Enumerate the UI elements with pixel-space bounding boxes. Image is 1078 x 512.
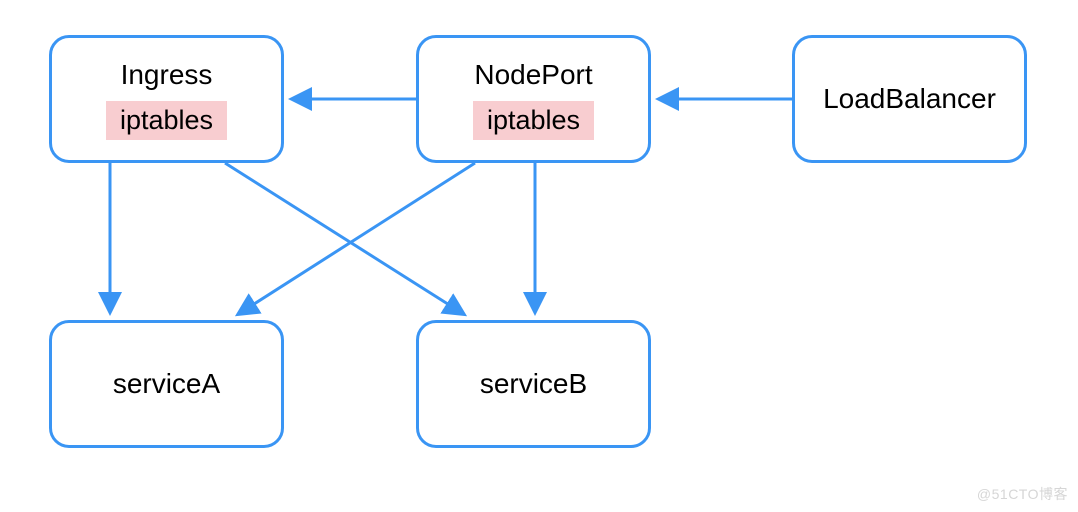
loadbalancer-title: LoadBalancer (823, 83, 996, 115)
servicea-node: serviceA (49, 320, 284, 448)
edge-ingress-serviceb (225, 163, 462, 313)
serviceb-title: serviceB (480, 368, 587, 400)
nodeport-title: NodePort (474, 59, 592, 91)
loadbalancer-node: LoadBalancer (792, 35, 1027, 163)
servicea-title: serviceA (113, 368, 220, 400)
nodeport-badge: iptables (473, 101, 594, 140)
ingress-title: Ingress (121, 59, 213, 91)
ingress-badge: iptables (106, 101, 227, 140)
ingress-node: Ingress iptables (49, 35, 284, 163)
nodeport-node: NodePort iptables (416, 35, 651, 163)
serviceb-node: serviceB (416, 320, 651, 448)
edge-nodeport-servicea (240, 163, 475, 313)
watermark: @51CTO博客 (977, 484, 1068, 504)
